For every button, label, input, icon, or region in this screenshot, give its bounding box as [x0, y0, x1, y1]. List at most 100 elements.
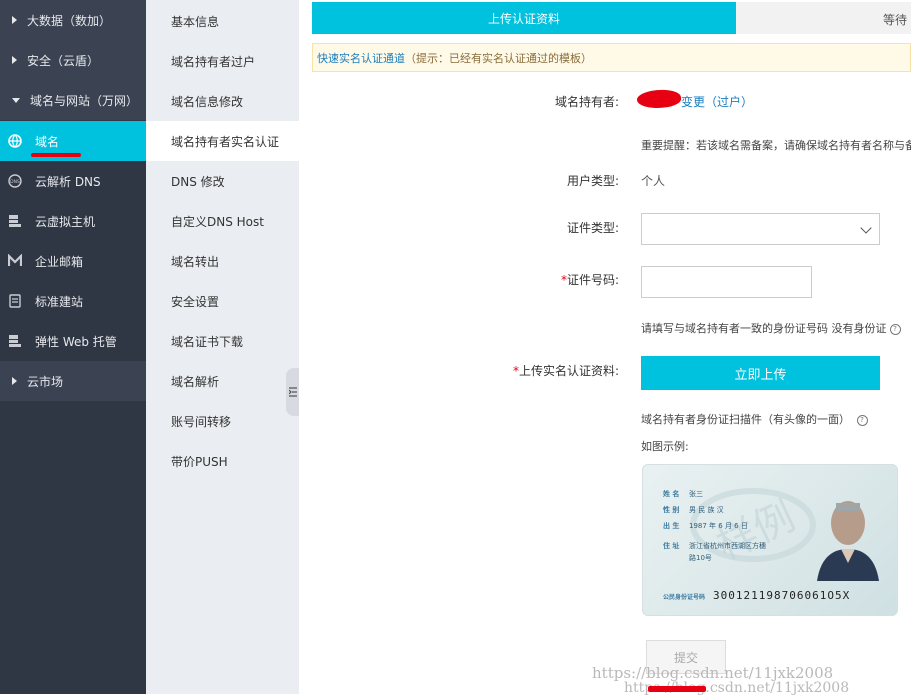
nav-category-domain-website[interactable]: 域名与网站（万网） — [0, 80, 146, 120]
subnav-item-certificate-download[interactable]: 域名证书下载 — [146, 321, 299, 361]
nav-category-marketplace[interactable]: 云市场 — [0, 361, 146, 401]
main-sidebar: 大数据（数加） 安全（云盾） 域名与网站（万网） 域名 DNS 云解析 DNS … — [0, 0, 146, 694]
tip-bar: 快速实名认证通道 （提示：已经有实名认证通过的模板） — [312, 43, 911, 72]
upload-now-button[interactable]: 立即上传 — [641, 356, 880, 390]
label-text: 上传实名认证资料: — [518, 364, 619, 378]
subnav-label: 域名转出 — [171, 254, 220, 269]
subnav-item-info-modify[interactable]: 域名信息修改 — [146, 81, 299, 121]
help-icon[interactable]: ? — [889, 324, 901, 335]
main-content: 上传认证资料 等待 快速实名认证通道 （提示：已经有实名认证通过的模板） 域名持… — [299, 0, 911, 696]
hint-text: 请填写与域名持有者一致的身份证号码 没有身份证 — [641, 322, 887, 335]
step-label: 上传认证资料 — [487, 11, 560, 26]
server-icon — [8, 334, 22, 348]
example-label: 如图示例: — [641, 440, 689, 453]
id-number: 300121198706061O5X — [713, 589, 851, 602]
subnav-item-transfer-holder[interactable]: 域名持有者过户 — [146, 41, 299, 81]
nav-item-enterprise-mail[interactable]: 企业邮箱 — [0, 241, 146, 281]
cert-number-input[interactable] — [641, 266, 812, 298]
subnav-item-dns-modify[interactable]: DNS 修改 — [146, 161, 299, 201]
subnav-label: 域名解析 — [171, 374, 220, 389]
globe-icon — [8, 134, 22, 148]
nav-category-label: 大数据（数加） — [27, 13, 112, 28]
svg-text:DNS: DNS — [10, 179, 20, 185]
dns-icon: DNS — [8, 174, 22, 188]
user-type-label: 用户类型: — [566, 174, 619, 188]
cert-no-label: *证件号码: — [419, 271, 619, 288]
field-value: 浙江省杭州市西湖区方穗 — [689, 542, 766, 550]
redacted-holder-name — [636, 87, 682, 111]
nav-category-label: 域名与网站（万网） — [30, 93, 139, 108]
cert-type-label: 证件类型: — [566, 221, 619, 235]
help-icon[interactable]: ? — [856, 415, 868, 426]
nav-item-dns[interactable]: DNS 云解析 DNS — [0, 161, 146, 201]
chevron-right-icon — [12, 16, 17, 24]
site-icon — [8, 294, 22, 308]
subnav-label: 域名持有者过户 — [171, 54, 256, 69]
id-card-example-image: 样例 姓 名张三 性 别男 民 族 汉 出 生 1987 年 6 月 6 日 住 … — [642, 464, 898, 616]
field-key: 住 址 — [663, 542, 680, 550]
subnav-item-custom-dns-host[interactable]: 自定义DNS Host — [146, 201, 299, 241]
nav-item-label: 云解析 DNS — [35, 174, 101, 189]
collapse-sidebar-toggle[interactable] — [286, 368, 299, 416]
change-transfer-link[interactable]: 变更（过户） — [681, 93, 753, 110]
server-icon — [8, 214, 22, 228]
subnav-label: 域名信息修改 — [171, 94, 244, 109]
upload-label: *上传实名认证资料: — [419, 362, 619, 379]
nav-item-site-builder[interactable]: 标准建站 — [0, 281, 146, 321]
subnav-item-domain-transfer-out[interactable]: 域名转出 — [146, 241, 299, 281]
step-upload-active: 上传认证资料 — [312, 2, 750, 34]
step-progress: 上传认证资料 等待 — [312, 2, 911, 34]
subnav-label: DNS 修改 — [171, 174, 225, 189]
domain-subnav: 基本信息 域名持有者过户 域名信息修改 域名持有者实名认证 DNS 修改 自定义… — [146, 0, 409, 694]
subnav-item-account-transfer[interactable]: 账号间转移 — [146, 401, 299, 441]
field-key: 姓 名 — [663, 490, 680, 498]
cert-type-select[interactable] — [641, 213, 880, 245]
chevron-right-icon — [12, 56, 17, 64]
subnav-item-security-settings[interactable]: 安全设置 — [146, 281, 299, 321]
subnav-label: 带价PUSH — [171, 454, 228, 469]
nav-item-label: 标准建站 — [35, 294, 84, 309]
subnav-item-domain-resolve[interactable]: 域名解析 — [146, 361, 299, 401]
subnav-label: 基本信息 — [171, 14, 220, 29]
subnav-label: 域名持有者实名认证 — [171, 134, 280, 149]
subnav-label: 账号间转移 — [171, 414, 232, 429]
upload-hint: 域名持有者身份证扫描件（有头像的一面） ? — [641, 411, 868, 427]
collapse-icon — [288, 387, 297, 397]
field-value: 张三 — [689, 490, 703, 498]
field-key: 出 生 — [663, 522, 680, 530]
field-value: 路10号 — [689, 554, 712, 562]
red-annotation-mark — [648, 686, 706, 692]
portrait-photo — [817, 501, 879, 581]
chevron-right-icon — [12, 377, 17, 385]
important-notice: 重要提醒：若该域名需备案，请确保域名持有者名称与备案 — [641, 139, 911, 152]
step-waiting: 等待 — [736, 2, 911, 34]
field-value: 1987 年 6 月 6 日 — [689, 522, 748, 530]
hint-text: 域名持有者身份证扫描件（有头像的一面） — [641, 413, 850, 426]
subnav-item-real-name-auth[interactable]: 域名持有者实名认证 — [146, 121, 299, 161]
nav-category-security[interactable]: 安全（云盾） — [0, 40, 146, 80]
label-text: 证件号码: — [566, 273, 619, 287]
subnav-label: 域名证书下载 — [171, 334, 244, 349]
subnav-item-basic-info[interactable]: 基本信息 — [146, 1, 299, 41]
red-annotation-mark — [31, 153, 81, 157]
chevron-down-icon — [12, 97, 20, 103]
user-type-value: 个人 — [641, 174, 666, 188]
nav-item-label: 云虚拟主机 — [35, 214, 96, 229]
nav-item-label: 企业邮箱 — [35, 254, 84, 269]
quick-auth-link[interactable]: 快速实名认证通道 — [317, 50, 405, 66]
chevron-down-icon — [860, 222, 872, 234]
nav-category-label: 云市场 — [27, 374, 64, 389]
nav-item-web-hosting[interactable]: 弹性 Web 托管 — [0, 321, 146, 361]
mail-m-icon — [8, 254, 22, 268]
subnav-item-price-push[interactable]: 带价PUSH — [146, 441, 299, 481]
subnav-label: 安全设置 — [171, 294, 220, 309]
nav-item-label: 域名 — [35, 134, 60, 149]
tip-hint: （提示：已经有实名认证通过的模板） — [405, 51, 592, 65]
nav-item-virtual-host[interactable]: 云虚拟主机 — [0, 201, 146, 241]
id-number-label: 公民身份证号码 — [663, 594, 706, 601]
cert-no-hint: 请填写与域名持有者一致的身份证号码 没有身份证? — [641, 320, 901, 336]
nav-category-label: 安全（云盾） — [27, 53, 100, 68]
field-key: 性 别 — [663, 506, 680, 514]
nav-category-bigdata[interactable]: 大数据（数加） — [0, 0, 146, 40]
field-value: 男 民 族 汉 — [689, 506, 724, 514]
